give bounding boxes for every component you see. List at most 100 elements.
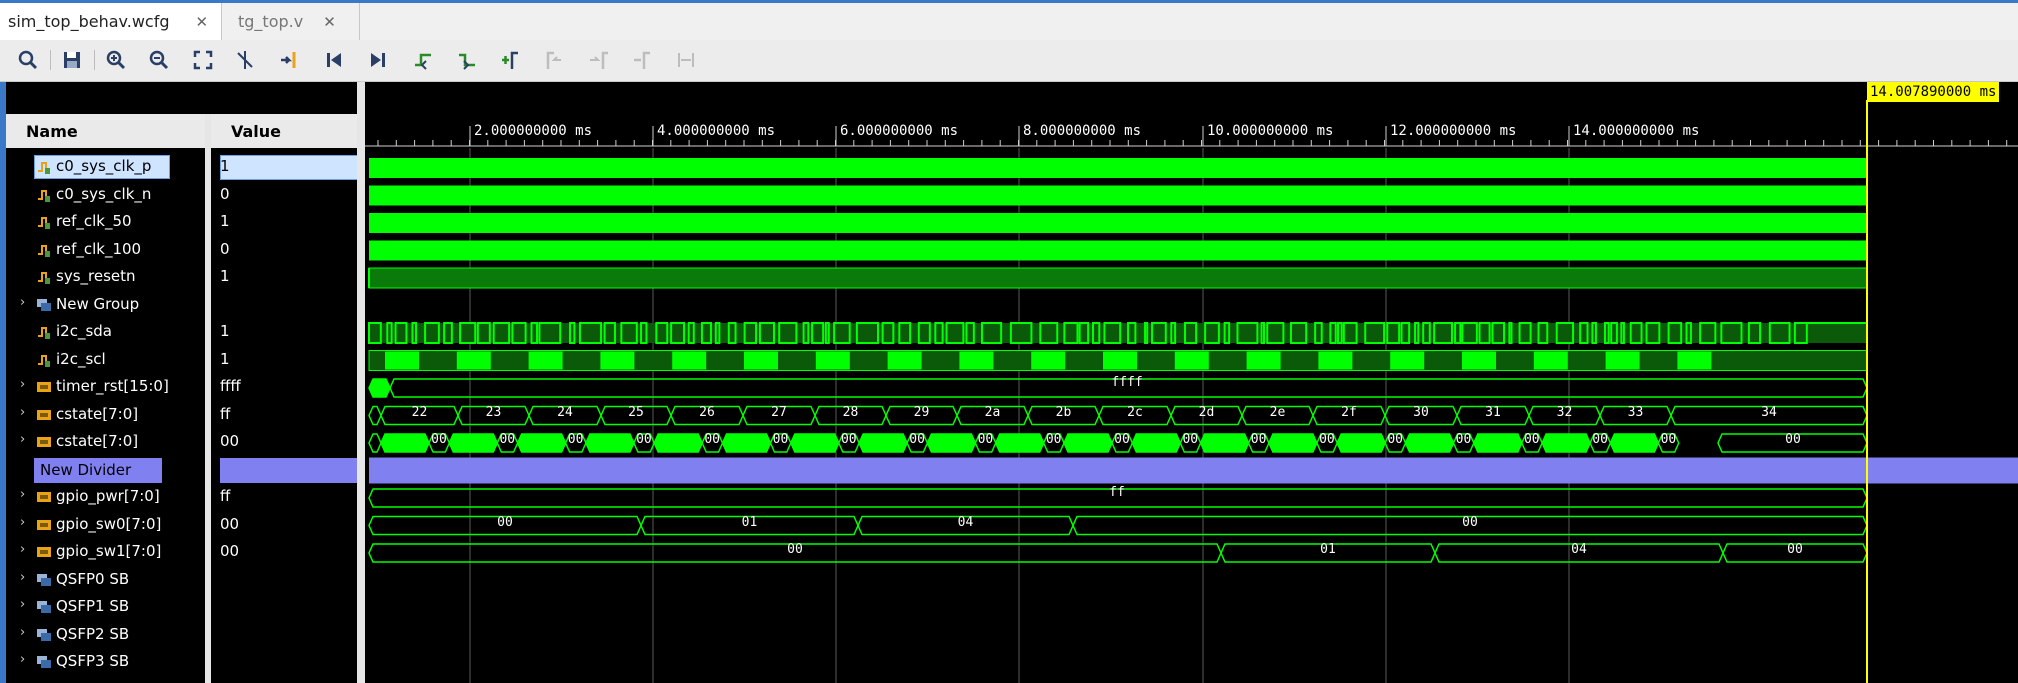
scl-pulse [1462,351,1496,370]
signal-row[interactable]: › QSFP3 SB [6,649,361,676]
chevron-right-icon[interactable]: › [20,652,25,667]
waveform-area[interactable]: 2.000000000 ms 4.000000000 ms 6.000000000 … [365,82,2018,683]
search-icon[interactable] [14,46,42,74]
chevron-right-icon[interactable]: › [20,487,25,502]
signal-name[interactable]: i2c_scl [56,350,106,368]
bus-segment [1268,433,1318,453]
bus-value-label: 2b [1055,404,1072,420]
bus-value-label: 00 [1182,432,1199,447]
zoom-out-icon[interactable] [145,46,173,74]
signal-row[interactable]: i2c_sda 1 [6,319,361,346]
bus-segment [380,433,430,453]
column-splitter[interactable] [205,114,211,683]
signal-name[interactable]: QSFP3 SB [56,652,129,670]
signal-name[interactable]: ref_clk_50 [56,212,132,230]
chevron-right-icon[interactable]: › [20,377,25,392]
bus-segment [448,433,499,453]
signal-name[interactable]: gpio_sw1[7:0] [56,542,161,560]
signal-name[interactable]: gpio_pwr[7:0] [56,487,160,505]
name-column-header[interactable]: Name [6,114,206,148]
signal-value: 1 [220,322,230,340]
signal-row[interactable]: sys_resetn 1 [6,264,361,291]
save-icon[interactable] [58,46,86,74]
signal-name[interactable]: c0_sys_clk_n [56,185,151,203]
bus-value-label: 25 [628,404,644,420]
bus-value-label: ffff [1111,375,1143,390]
tab-tg-top[interactable]: tg_top.v ✕ [230,3,360,40]
chevron-right-icon[interactable]: › [20,570,25,585]
signal-row[interactable]: c0_sys_clk_n 0 [6,182,361,209]
signal-name[interactable]: timer_rst[15:0] [56,377,169,395]
clock-wave [369,213,1867,233]
tab-label: sim_top_behav.wcfg [8,12,170,31]
swap-cursors-icon[interactable] [672,46,700,74]
scl-pulse [815,351,850,370]
signal-row[interactable]: › timer_rst[15:0] ffff [6,374,361,401]
bit-signal-icon [36,159,52,175]
bus-value-label: 00 [1785,432,1801,447]
chevron-right-icon[interactable]: › [20,597,25,612]
ruler-tick-label: 4.000000000 ms [657,123,776,139]
tab-label: tg_top.v [238,12,304,31]
signal-row[interactable]: › cstate[7:0] 00 [6,429,361,456]
chevron-right-icon[interactable]: › [20,432,25,447]
signal-row[interactable]: › QSFP2 SB [6,622,361,649]
signal-row[interactable]: ref_clk_100 0 [6,237,361,264]
add-marker-icon[interactable] [496,46,524,74]
signal-name[interactable]: QSFP0 SB [56,570,129,588]
chevron-right-icon[interactable]: › [20,625,25,640]
delete-marker-icon[interactable] [628,46,656,74]
signal-name[interactable]: cstate[7:0] [56,432,138,450]
signal-name[interactable]: gpio_sw0[7:0] [56,515,161,533]
next-marker-icon[interactable] [584,46,612,74]
signal-list-panel: Name Value c0_sys_clk_p 1 c0_sys_clk_n 0 ref… [6,82,361,683]
previous-transition-icon[interactable] [409,46,437,74]
bus-segment [721,433,772,453]
signal-row[interactable]: › QSFP1 SB [6,594,361,621]
signal-name[interactable]: sys_resetn [56,267,136,285]
chevron-right-icon[interactable]: › [20,405,25,420]
signal-name[interactable]: ref_clk_100 [56,240,141,258]
close-icon[interactable]: ✕ [323,13,336,31]
bus-value-label: 00 [704,432,721,447]
close-icon[interactable]: ✕ [196,13,209,31]
tab-sim-top-behav[interactable]: sim_top_behav.wcfg ✕ [0,3,222,40]
zoom-fit-icon[interactable] [189,46,217,74]
signal-row[interactable]: › New Group [6,292,361,319]
signal-row[interactable]: › gpio_sw1[7:0] 00 [6,539,361,566]
signal-row[interactable]: c0_sys_clk_p 1 [6,154,361,181]
bus-value-label: 26 [699,404,715,420]
signal-row[interactable]: ref_clk_50 1 [6,209,361,236]
signal-row[interactable]: › cstate[7:0] ff [6,402,361,429]
cursor-icon[interactable] [231,46,259,74]
chevron-right-icon[interactable]: › [20,295,25,310]
signal-name[interactable]: QSFP2 SB [56,625,129,643]
bus-value-label: 04 [1571,542,1587,557]
zoom-in-icon[interactable] [102,46,130,74]
signal-value: ffff [220,377,241,395]
signal-row[interactable]: › gpio_sw0[7:0] 00 [6,512,361,539]
divider-label[interactable]: New Divider [34,457,162,483]
go-to-start-icon[interactable] [320,46,348,74]
signal-row[interactable]: i2c_scl 1 [6,347,361,374]
signal-row[interactable]: › QSFP0 SB [6,567,361,594]
signal-name[interactable]: i2c_sda [56,322,112,340]
pane-splitter[interactable] [357,82,365,683]
signal-row[interactable]: › gpio_pwr[7:0] ff [6,484,361,511]
chevron-right-icon[interactable]: › [20,542,25,557]
cursor-time-label: 14.007890000 ms [1867,82,2000,102]
divider-row[interactable]: New Divider [6,457,361,484]
previous-marker-icon[interactable] [540,46,568,74]
next-transition-icon[interactable] [453,46,481,74]
signal-name[interactable]: c0_sys_clk_p [56,157,151,175]
signal-name[interactable]: QSFP1 SB [56,597,129,615]
signal-name[interactable]: cstate[7:0] [56,405,138,423]
chevron-right-icon[interactable]: › [20,515,25,530]
bus-value-label: 24 [557,404,573,420]
go-to-cursor-icon[interactable] [275,46,303,74]
go-to-end-icon[interactable] [364,46,392,74]
signal-name[interactable]: New Group [56,295,139,313]
bus-segment [368,405,382,426]
value-column-header[interactable]: Value [211,114,358,148]
clock-wave [369,158,1867,178]
